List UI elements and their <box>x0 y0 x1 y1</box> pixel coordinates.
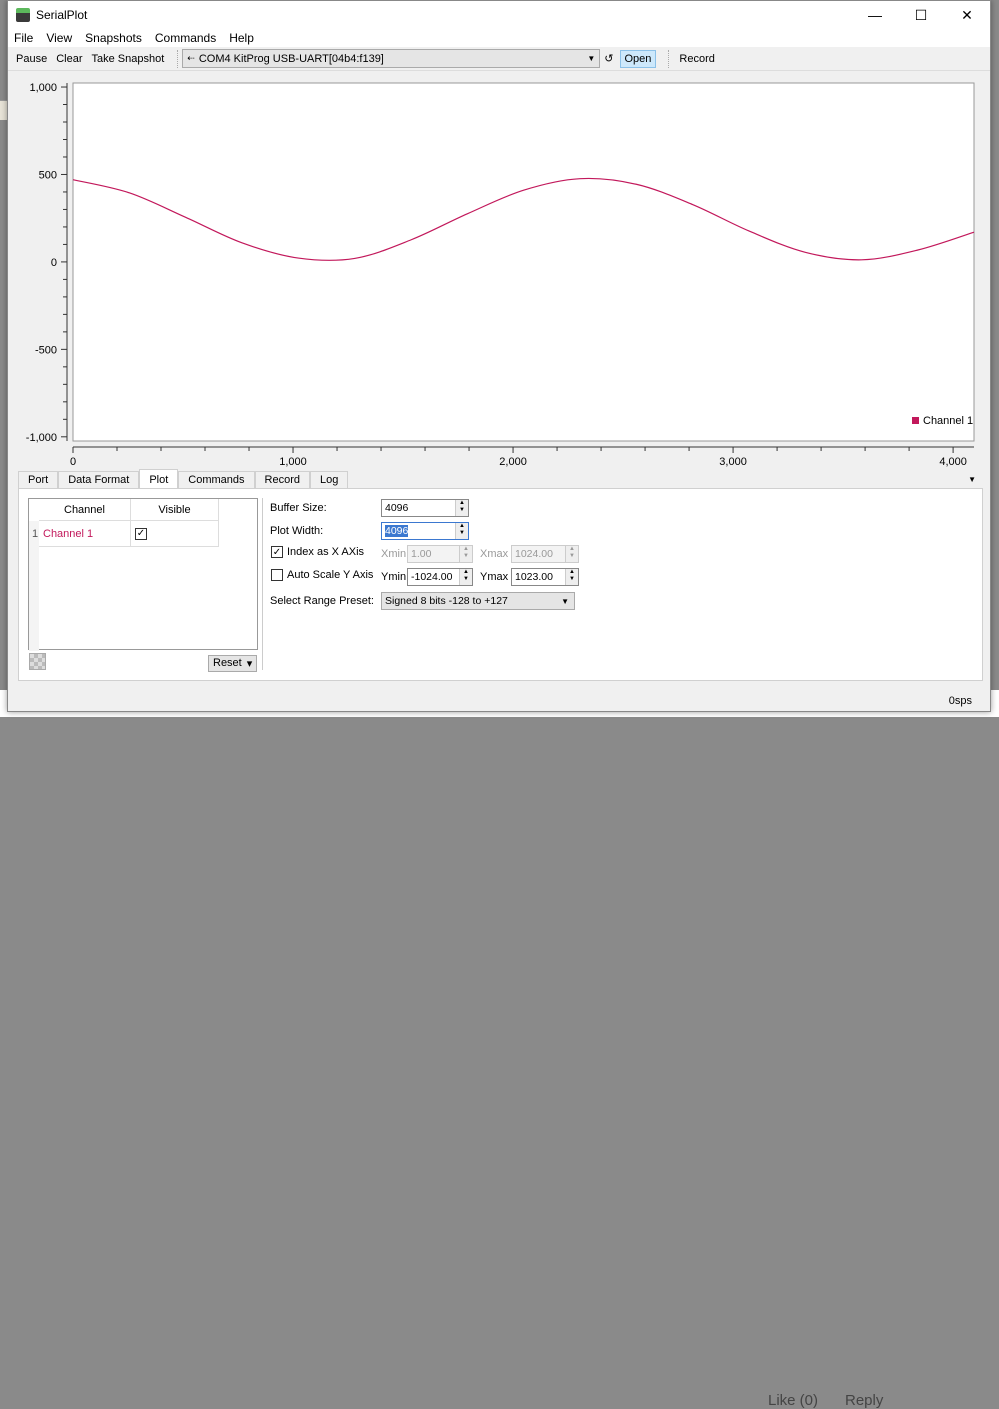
spin-arrows-icon[interactable]: ▲ ▼ <box>455 500 468 516</box>
ymin-value: -1024.00 <box>411 571 453 583</box>
clear-button[interactable]: Clear <box>56 53 82 65</box>
y-tick-label: 1,000 <box>29 82 57 94</box>
spin-arrows-icon[interactable]: ▲ ▼ <box>455 523 468 539</box>
y-tick-label: 500 <box>39 169 57 181</box>
tab-plot[interactable]: Plot <box>139 469 179 488</box>
row-number: 1 <box>32 528 39 540</box>
ymax-value: 1023.00 <box>515 571 553 583</box>
tab-commands[interactable]: Commands <box>178 471 255 489</box>
xmin-value: 1.00 <box>411 548 432 560</box>
tab-record[interactable]: Record <box>254 471 311 489</box>
spin-arrows-icon[interactable]: ▲ ▼ <box>565 546 578 562</box>
usb-icon: ⇠ <box>187 53 195 63</box>
port-value: COM4 KitProg USB-UART[04b4:f139] <box>198 52 384 65</box>
reset-button[interactable]: Reset ▾ <box>208 655 258 672</box>
reset-label: Reset <box>213 657 242 669</box>
spin-arrows-icon[interactable]: ▲ ▼ <box>565 569 578 585</box>
range-preset-label: Select Range Preset: <box>270 595 374 607</box>
buffer-size-value: 4096 <box>385 502 409 514</box>
auto-scale-y-label: Auto Scale Y Axis <box>287 569 374 581</box>
x-tick-label: 0 <box>70 456 76 468</box>
chevron-down-icon: ▼ <box>587 54 596 63</box>
column-header-visible: Visible <box>131 499 219 521</box>
record-button[interactable]: Record <box>679 53 714 65</box>
y-tick-label: 0 <box>51 257 57 269</box>
settings-tabs: Port Data Format Plot Commands Record Lo… <box>18 469 349 489</box>
toolbar-separator <box>177 49 179 68</box>
column-header-channel: Channel <box>39 499 131 521</box>
plot-width-value: 4096 <box>385 525 409 537</box>
refresh-ports-button[interactable]: ↺ <box>604 52 613 65</box>
tab-data-format[interactable]: Data Format <box>58 471 140 489</box>
menu-view[interactable]: View <box>46 31 72 45</box>
x-tick-label: 4,000 <box>939 456 967 468</box>
channel-visible-checkbox[interactable]: ✓ <box>135 527 147 540</box>
tab-port[interactable]: Port <box>18 471 59 489</box>
toolbar-separator <box>668 49 670 68</box>
channel-name-cell[interactable]: Channel 1 <box>39 521 131 547</box>
buffer-size-input[interactable]: 4096 ▲ ▼ <box>381 499 469 517</box>
ymin-input[interactable]: -1024.00 ▲ ▼ <box>407 568 473 586</box>
open-port-button[interactable]: Open <box>619 49 657 68</box>
xmin-label: Xmin <box>381 548 407 560</box>
ymax-label: Ymax <box>480 571 509 583</box>
y-tick-label: -1,000 <box>26 432 57 444</box>
plot-chart[interactable]: 1,000 500 0 -500 -1,000 0 1,000 2,000 3,000 4,000… <box>8 73 990 468</box>
pause-button[interactable]: Pause <box>16 53 47 65</box>
range-preset-select[interactable]: Signed 8 bits -128 to +127 ▼ <box>381 592 575 610</box>
spin-arrows-icon[interactable]: ▲ ▼ <box>459 546 472 562</box>
xmax-value: 1024.00 <box>515 548 553 560</box>
y-tick-label: -500 <box>35 344 57 356</box>
index-as-x-checkbox[interactable]: ✓ <box>271 546 283 558</box>
ymin-label: Ymin <box>381 571 407 583</box>
like-link: Like (0) <box>768 1392 819 1409</box>
title-bar: SerialPlot — ☐ ✕ <box>8 1 990 29</box>
index-as-x-label: Index as X AXis <box>287 546 365 558</box>
status-bar: 0sps <box>8 691 990 711</box>
channel-table: Channel Visible 1 Channel 1 ✓ <box>28 498 258 651</box>
x-tick-label: 1,000 <box>279 456 307 468</box>
plot-width-input[interactable]: 4096 ▲ ▼ <box>381 522 469 540</box>
app-icon <box>16 8 30 22</box>
close-button[interactable]: ✕ <box>944 1 990 29</box>
sample-rate: 0sps <box>948 695 972 707</box>
auto-scale-y-checkbox[interactable] <box>271 569 283 581</box>
xmax-input[interactable]: 1024.00 ▲ ▼ <box>511 545 579 563</box>
chevron-down-icon: ▼ <box>561 596 569 606</box>
legend-swatch <box>912 417 919 424</box>
channel-visible-cell: ✓ <box>131 521 219 547</box>
menu-help[interactable]: Help <box>229 31 254 45</box>
range-preset-value: Signed 8 bits -128 to +127 <box>385 595 508 607</box>
spin-arrows-icon[interactable]: ▲ ▼ <box>459 569 472 585</box>
color-picker-icon[interactable] <box>29 653 46 670</box>
reply-link: Reply <box>845 1392 884 1409</box>
x-tick-label: 3,000 <box>719 456 747 468</box>
row-header-strip <box>29 521 39 651</box>
legend-label: Channel 1 <box>923 415 973 427</box>
menu-snapshots[interactable]: Snapshots <box>85 31 142 45</box>
buffer-size-label: Buffer Size: <box>270 502 327 514</box>
menu-file[interactable]: File <box>14 31 33 45</box>
toolbar: Pause Clear Take Snapshot ⇠ COM4 KitProg… <box>8 47 990 71</box>
plot-width-label: Plot Width: <box>270 525 324 537</box>
tab-log[interactable]: Log <box>310 471 349 489</box>
window-title: SerialPlot <box>36 8 88 22</box>
plot-canvas <box>72 82 975 442</box>
menu-commands[interactable]: Commands <box>155 31 216 45</box>
minimize-button[interactable]: — <box>852 1 898 29</box>
plot-settings-panel: Channel Visible 1 Channel 1 ✓ Reset ▾ Bu… <box>18 488 983 681</box>
ymax-input[interactable]: 1023.00 ▲ ▼ <box>511 568 579 586</box>
maximize-button[interactable]: ☐ <box>898 1 944 29</box>
xmax-label: Xmax <box>480 548 509 560</box>
tabs-menu-icon[interactable]: ▼ <box>968 475 976 484</box>
reset-dropdown-icon[interactable]: ▾ <box>247 657 253 670</box>
menu-bar: File View Snapshots Commands Help <box>8 29 990 47</box>
x-tick-label: 2,000 <box>499 456 527 468</box>
serialplot-window: SerialPlot — ☐ ✕ File View Snapshots Com… <box>7 0 991 712</box>
panel-divider <box>262 498 263 670</box>
port-select[interactable]: ⇠ COM4 KitProg USB-UART[04b4:f139] ▼ <box>182 49 601 68</box>
xmin-input[interactable]: 1.00 ▲ ▼ <box>407 545 473 563</box>
take-snapshot-button[interactable]: Take Snapshot <box>92 53 165 65</box>
